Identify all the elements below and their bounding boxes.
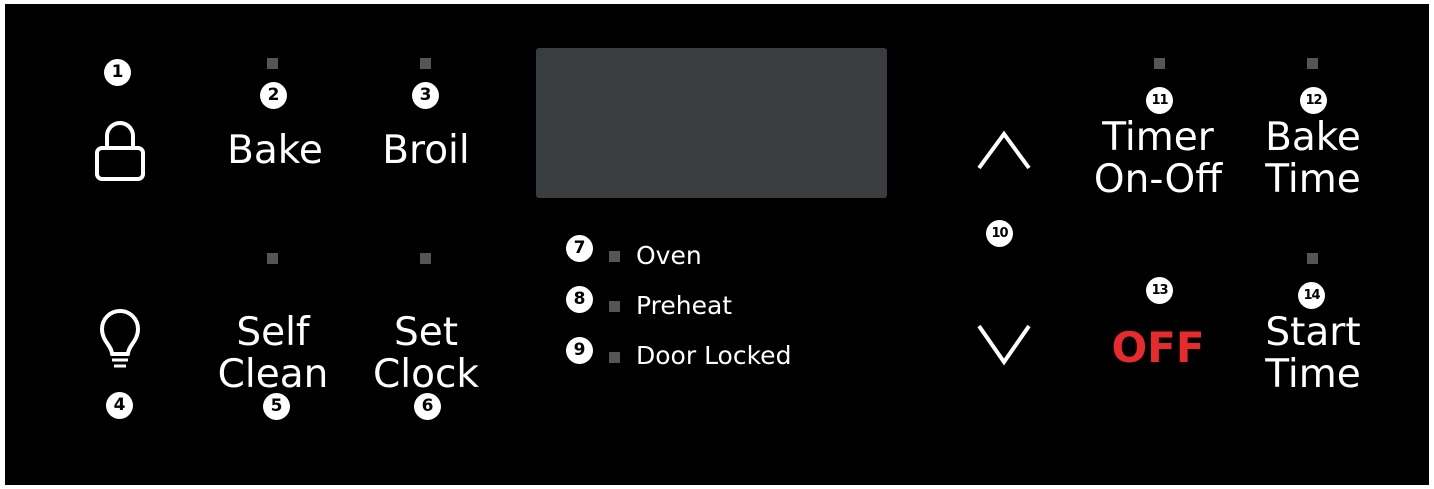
set-clock-label-line2: Clock: [373, 352, 479, 397]
set-clock-led: [420, 253, 431, 264]
callout-10: 10: [986, 220, 1013, 247]
callout-12: 12: [1300, 87, 1327, 114]
self-clean-led: [267, 253, 278, 264]
oven-indicator-label: Oven: [636, 241, 702, 270]
callout-11: 11: [1146, 87, 1173, 114]
set-clock-button[interactable]: Set Clock: [356, 312, 496, 396]
callout-13: 13: [1146, 277, 1173, 304]
door-locked-indicator-label: Door Locked: [636, 341, 792, 370]
callout-5: 5: [263, 393, 290, 420]
oven-indicator-led: [609, 251, 620, 262]
light-button[interactable]: [90, 308, 150, 386]
start-time-label-line2: Time: [1265, 352, 1361, 397]
timer-label-line2: On-Off: [1093, 157, 1223, 202]
timer-label-line1: Timer: [1102, 115, 1214, 160]
start-time-label-line1: Start: [1265, 310, 1361, 355]
broil-led: [420, 58, 431, 69]
up-arrow-button[interactable]: [973, 124, 1035, 176]
down-arrow-button[interactable]: [973, 318, 1035, 370]
bake-led: [267, 58, 278, 69]
callout-1: 1: [104, 59, 131, 86]
lock-icon: [95, 121, 145, 181]
preheat-indicator-led: [609, 301, 620, 312]
chevron-up-icon: [977, 130, 1031, 170]
bake-button[interactable]: Bake: [205, 130, 345, 172]
set-clock-label-line1: Set: [393, 310, 459, 355]
start-time-led: [1307, 253, 1318, 264]
off-button[interactable]: OFF: [1083, 324, 1233, 372]
self-clean-button[interactable]: Self Clean: [203, 312, 343, 396]
callout-14: 14: [1298, 282, 1325, 309]
broil-button[interactable]: Broil: [356, 130, 496, 172]
door-locked-indicator-led: [609, 352, 620, 363]
start-time-button[interactable]: Start Time: [1243, 312, 1383, 396]
light-bulb-icon: [100, 309, 140, 368]
callout-8: 8: [566, 286, 593, 313]
callout-4: 4: [106, 392, 133, 419]
bake-time-button[interactable]: Bake Time: [1243, 117, 1383, 201]
bake-time-label-line1: Bake: [1265, 115, 1361, 160]
timer-led: [1154, 58, 1165, 69]
lock-button[interactable]: [85, 110, 155, 185]
bake-time-led: [1307, 58, 1318, 69]
callout-9: 9: [566, 337, 593, 364]
callout-3: 3: [412, 82, 439, 109]
preheat-indicator-label: Preheat: [636, 291, 733, 320]
timer-on-off-button[interactable]: Timer On-Off: [1083, 117, 1233, 201]
oven-display: [536, 48, 887, 198]
self-clean-label-line1: Self: [236, 310, 310, 355]
self-clean-label-line2: Clean: [217, 352, 329, 397]
callout-7: 7: [566, 235, 593, 262]
callout-2: 2: [260, 82, 287, 109]
chevron-down-icon: [977, 324, 1031, 366]
bake-time-label-line2: Time: [1265, 157, 1361, 202]
callout-6: 6: [414, 393, 441, 420]
